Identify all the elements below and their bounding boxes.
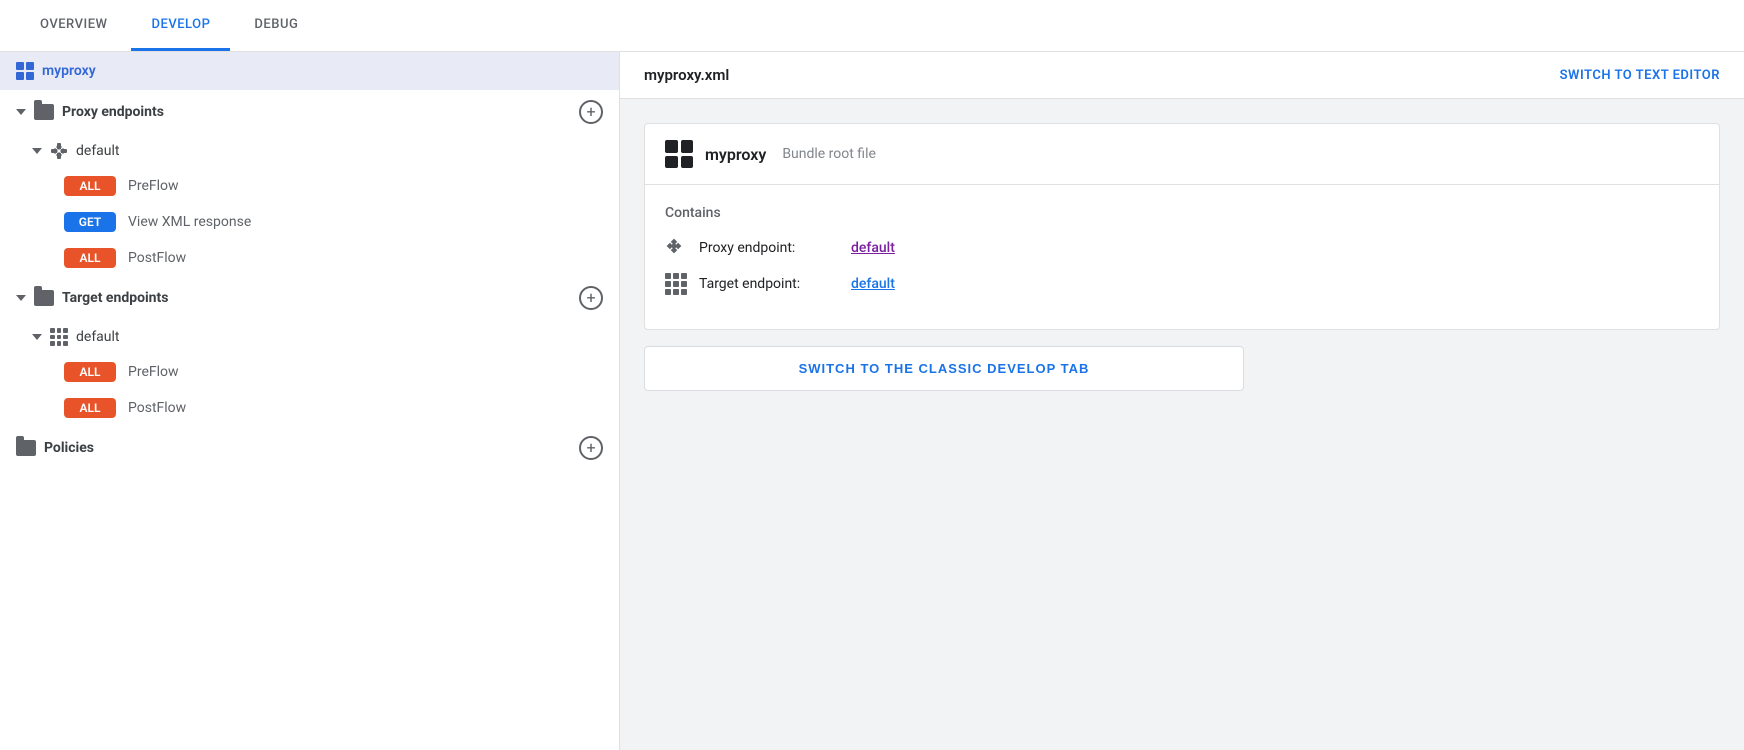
proxy-endpoints-label: Proxy endpoints (62, 104, 164, 120)
target-preflow-badge: ALL (64, 362, 116, 382)
proxy-get-badge: GET (64, 212, 116, 232)
target-endpoints-caret[interactable] (16, 295, 26, 301)
proxy-endpoint-row-link[interactable]: default (851, 240, 895, 256)
target-default-icon (50, 328, 68, 346)
target-endpoints-label: Target endpoints (62, 290, 168, 306)
proxy-default-caret[interactable] (32, 148, 42, 154)
proxy-default-icon (50, 142, 68, 160)
target-endpoint-row-label: Target endpoint: (699, 276, 839, 292)
tab-overview[interactable]: OVERVIEW (20, 1, 127, 51)
add-target-endpoint-button[interactable]: + (579, 286, 603, 310)
target-postflow-label: PostFlow (128, 400, 186, 416)
proxy-postflow-badge: ALL (64, 248, 116, 268)
info-card-grid-icon (665, 140, 693, 168)
proxy-preflow-badge: ALL (64, 176, 116, 196)
target-default-caret[interactable] (32, 334, 42, 340)
target-endpoints-folder-icon (34, 290, 54, 306)
target-preflow-label: PreFlow (128, 364, 179, 380)
proxy-postflow-item[interactable]: ALL PostFlow (0, 240, 619, 276)
proxy-preflow-label: PreFlow (128, 178, 179, 194)
proxy-endpoint-row: Proxy endpoint: default (665, 237, 1699, 259)
add-policy-button[interactable]: + (579, 436, 603, 460)
tab-debug[interactable]: DEBUG (234, 1, 318, 51)
target-endpoint-row-link[interactable]: default (851, 276, 895, 292)
target-default-item[interactable]: default (0, 320, 619, 354)
right-header: myproxy.xml SWITCH TO TEXT EDITOR (620, 52, 1744, 99)
proxy-get-flow-item[interactable]: GET View XML response (0, 204, 619, 240)
switch-to-classic-develop-tab-button[interactable]: SWITCH TO THE CLASSIC DEVELOP TAB (644, 346, 1244, 391)
right-content: myproxy Bundle root file Contains (620, 99, 1744, 750)
proxy-get-label: View XML response (128, 214, 251, 230)
target-preflow-item[interactable]: ALL PreFlow (0, 354, 619, 390)
tree-item-myproxy[interactable]: myproxy (0, 52, 619, 90)
myproxy-label: myproxy (42, 63, 96, 79)
target-endpoints-section: Target endpoints + (0, 276, 619, 320)
policies-section: Policies + (0, 426, 619, 470)
target-postflow-item[interactable]: ALL PostFlow (0, 390, 619, 426)
info-card-subtitle: Bundle root file (782, 146, 876, 162)
proxy-preflow-item[interactable]: ALL PreFlow (0, 168, 619, 204)
myproxy-icon (16, 62, 34, 80)
proxy-endpoint-row-icon (665, 237, 687, 259)
target-endpoint-row-icon (665, 273, 687, 295)
info-card: myproxy Bundle root file Contains (644, 123, 1720, 330)
proxy-default-label: default (76, 143, 120, 159)
target-postflow-badge: ALL (64, 398, 116, 418)
target-default-label: default (76, 329, 120, 345)
proxy-endpoints-folder-icon (34, 104, 54, 120)
proxy-endpoint-row-label: Proxy endpoint: (699, 240, 839, 256)
contains-label: Contains (665, 205, 1699, 221)
main-layout: myproxy Proxy endpoints + (0, 52, 1744, 750)
info-card-body: Contains Proxy endpoint: (645, 185, 1719, 329)
target-endpoint-row: Target endpoint: default (665, 273, 1699, 295)
tab-develop[interactable]: DEVELOP (131, 1, 230, 51)
policies-folder-icon (16, 440, 36, 456)
add-proxy-endpoint-button[interactable]: + (579, 100, 603, 124)
proxy-endpoints-section: Proxy endpoints + (0, 90, 619, 134)
left-panel: myproxy Proxy endpoints + (0, 52, 620, 750)
proxy-default-item[interactable]: default (0, 134, 619, 168)
switch-to-text-editor-button[interactable]: SWITCH TO TEXT EDITOR (1560, 68, 1720, 83)
info-card-header: myproxy Bundle root file (645, 124, 1719, 185)
top-nav: OVERVIEW DEVELOP DEBUG (0, 0, 1744, 52)
proxy-endpoints-caret[interactable] (16, 109, 26, 115)
proxy-postflow-label: PostFlow (128, 250, 186, 266)
info-card-title: myproxy (705, 145, 766, 164)
right-header-title: myproxy.xml (644, 66, 729, 84)
policies-label: Policies (44, 440, 94, 456)
right-panel: myproxy.xml SWITCH TO TEXT EDITOR myprox… (620, 52, 1744, 750)
